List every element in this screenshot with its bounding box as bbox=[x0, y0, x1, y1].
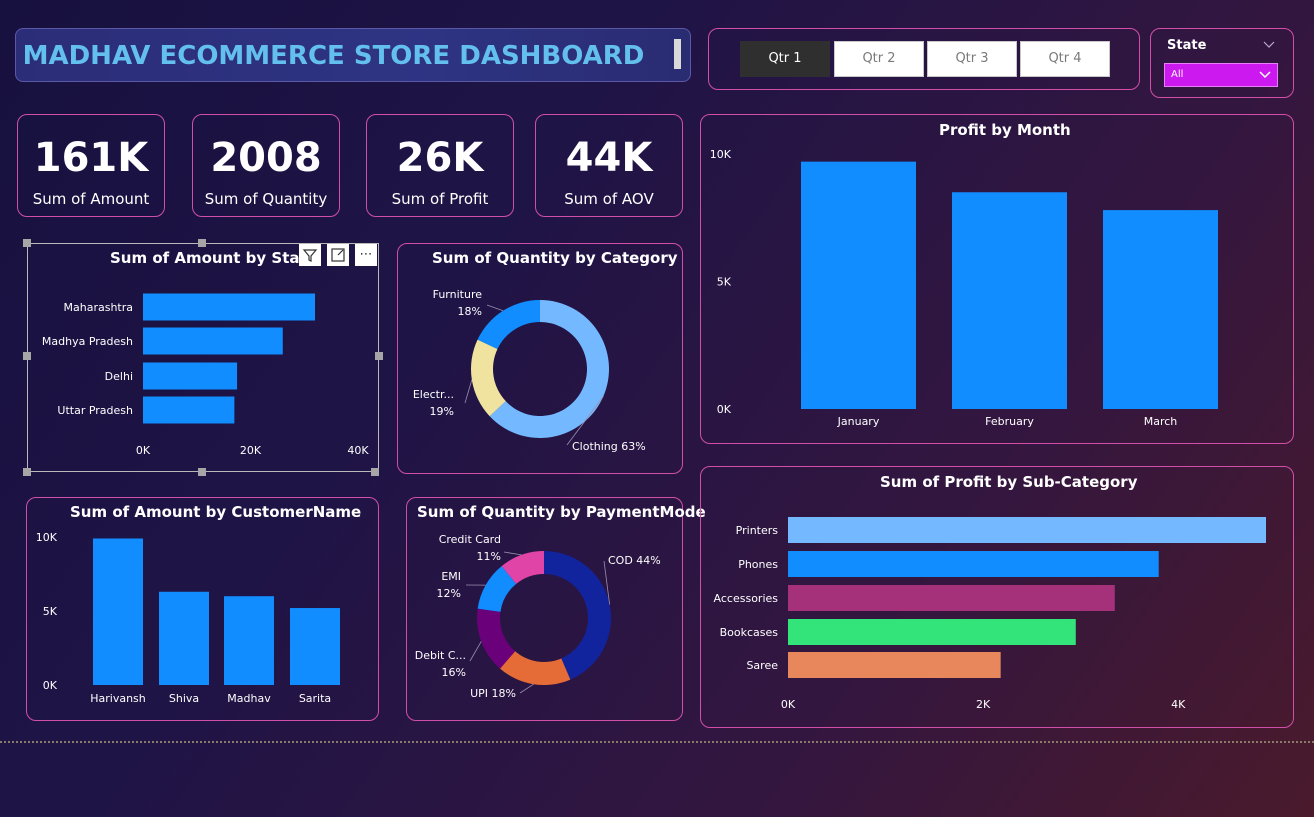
slice-label: Electr... bbox=[413, 388, 454, 401]
profit-by-subcategory-chart: Printers Phones Accessories Bookcases Saree 0… bbox=[714, 517, 1266, 711]
tick-label: 20K bbox=[240, 444, 262, 457]
bar bbox=[224, 596, 274, 685]
category-label: March bbox=[1144, 415, 1178, 428]
category-label: Phones bbox=[738, 558, 778, 571]
tick-label: 0K bbox=[781, 698, 796, 711]
bar bbox=[143, 327, 283, 355]
slice-label: Clothing 63% bbox=[572, 440, 646, 453]
category-label: Shiva bbox=[169, 692, 199, 705]
slice-label: 16% bbox=[442, 666, 466, 679]
page-divider bbox=[0, 741, 1314, 743]
slice-label: 11% bbox=[477, 550, 501, 563]
dashboard-title: MADHAV ECOMMERCE STORE DASHBOARD bbox=[22, 41, 645, 71]
category-label: Delhi bbox=[105, 370, 133, 383]
category-label: Sarita bbox=[299, 692, 331, 705]
bar bbox=[801, 161, 916, 409]
category-label: Saree bbox=[746, 659, 778, 672]
bar bbox=[290, 608, 340, 685]
state-select-value: All bbox=[1171, 69, 1184, 80]
kpi-card-amount: 161K Sum of Amount bbox=[17, 114, 165, 217]
amount-by-customer-chart: 0K 5K 10K Harivansh Shiva Madhav Sarita bbox=[36, 531, 340, 705]
leader-line bbox=[464, 379, 473, 404]
kpi-value: 26K bbox=[396, 135, 484, 181]
category-label: Madhya Pradesh bbox=[42, 335, 133, 348]
slice-label: Credit Card bbox=[439, 533, 501, 546]
slice-label: 12% bbox=[437, 587, 461, 600]
bar bbox=[788, 551, 1159, 577]
tick-label: 0K bbox=[717, 403, 732, 416]
bar bbox=[143, 396, 235, 424]
slice bbox=[477, 300, 540, 349]
category-label: Harivansh bbox=[90, 692, 146, 705]
tick-label: 5K bbox=[717, 276, 732, 289]
kpi-label: Sum of Amount bbox=[32, 190, 150, 208]
state-filter-collapse-icon[interactable] bbox=[1262, 40, 1276, 50]
kpi-value: 2008 bbox=[210, 135, 322, 181]
state-filter-label: State bbox=[1167, 38, 1207, 53]
bar bbox=[159, 591, 209, 685]
bar bbox=[143, 362, 238, 390]
tick-label: 10K bbox=[36, 531, 58, 544]
tick-label: 2K bbox=[976, 698, 991, 711]
quantity-by-payment-chart: COD 44% UPI 18% Debit C... 16% EMI 12% Credit … bbox=[415, 533, 661, 700]
kpi-card-quantity: 2008 Sum of Quantity bbox=[192, 114, 340, 217]
category-label: Uttar Pradesh bbox=[57, 404, 133, 417]
qtr-1-button[interactable]: Qtr 1 bbox=[740, 41, 830, 77]
bar bbox=[952, 192, 1067, 409]
slice-label: EMI bbox=[441, 570, 461, 583]
state-select[interactable]: All bbox=[1164, 63, 1278, 87]
tick-label: 5K bbox=[43, 605, 58, 618]
category-label: February bbox=[985, 415, 1034, 428]
kpi-label: Sum of AOV bbox=[564, 190, 654, 208]
amount-by-state-chart: Maharashtra Madhya Pradesh Delhi Uttar Prad… bbox=[42, 293, 369, 457]
bar bbox=[788, 585, 1115, 611]
slice-label: 19% bbox=[430, 405, 454, 418]
leader-line bbox=[519, 683, 534, 694]
bar bbox=[93, 538, 143, 685]
bar bbox=[1103, 210, 1218, 409]
tick-label: 10K bbox=[710, 148, 732, 161]
category-label: Accessories bbox=[714, 592, 779, 605]
title-banner: MADHAV ECOMMERCE STORE DASHBOARD bbox=[15, 28, 691, 82]
category-label: Bookcases bbox=[720, 626, 779, 639]
kpi-card-aov: 44K Sum of AOV bbox=[535, 114, 683, 217]
tick-label: 0K bbox=[136, 444, 151, 457]
category-label: Printers bbox=[736, 524, 779, 537]
slice-label: 18% bbox=[458, 305, 482, 318]
slice-label: COD 44% bbox=[608, 554, 661, 567]
category-label: January bbox=[837, 415, 880, 428]
tick-label: 40K bbox=[347, 444, 369, 457]
leader-line bbox=[503, 551, 522, 556]
slice-label: UPI 18% bbox=[470, 687, 516, 700]
leader-line bbox=[486, 304, 504, 312]
kpi-label: Sum of Quantity bbox=[204, 190, 328, 208]
quantity-by-category-chart: Clothing 63% Electr... 19% Furniture 18% bbox=[413, 288, 646, 453]
bar bbox=[143, 293, 315, 321]
bar bbox=[788, 517, 1266, 543]
slice bbox=[544, 551, 611, 680]
slice-label: Furniture bbox=[433, 288, 483, 301]
tick-label: 4K bbox=[1171, 698, 1186, 711]
chevron-down-icon bbox=[1259, 71, 1271, 79]
bar bbox=[788, 619, 1076, 645]
bar bbox=[788, 652, 1001, 678]
qtr-4-button[interactable]: Qtr 4 bbox=[1020, 41, 1110, 77]
slice-label: Debit C... bbox=[415, 649, 466, 662]
slice bbox=[471, 339, 506, 417]
profit-by-month-chart: 0K 5K 10K January February March bbox=[710, 148, 1218, 428]
tick-label: 0K bbox=[43, 679, 58, 692]
kpi-label: Sum of Profit bbox=[391, 190, 489, 208]
kpi-card-profit: 26K Sum of Profit bbox=[366, 114, 514, 217]
title-accent-bar bbox=[674, 39, 681, 69]
leader-line bbox=[469, 641, 482, 662]
kpi-value: 44K bbox=[565, 135, 653, 181]
category-label: Madhav bbox=[227, 692, 271, 705]
kpi-value: 161K bbox=[33, 135, 149, 181]
qtr-2-button[interactable]: Qtr 2 bbox=[834, 41, 924, 77]
category-label: Maharashtra bbox=[64, 301, 134, 314]
qtr-3-button[interactable]: Qtr 3 bbox=[927, 41, 1017, 77]
